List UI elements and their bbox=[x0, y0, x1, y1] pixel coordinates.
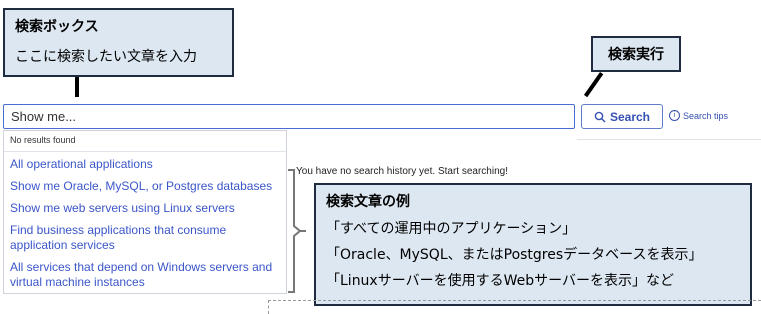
search-icon bbox=[594, 111, 606, 122]
callout-examples: 検索文章の例 「すべての運用中のアプリケーション」 「Oracle、MySQL、… bbox=[314, 183, 752, 306]
suggestion-item[interactable]: Show me web servers using Linux servers bbox=[4, 201, 286, 216]
callout-search-box: 検索ボックス ここに検索したい文章を入力 bbox=[3, 8, 234, 77]
results-area bbox=[268, 300, 761, 314]
search-input[interactable] bbox=[4, 105, 574, 128]
example-line: 「Oracle、MySQL、またはPostgresデータベースを表示」 bbox=[326, 247, 703, 263]
callout-search-box-body: ここに検索したい文章を入力 bbox=[15, 49, 197, 65]
search-history-message: You have no search history yet. Start se… bbox=[296, 166, 508, 177]
callout-execute-title: 検索実行 bbox=[608, 47, 664, 63]
example-line: 「Linuxサーバーを使用するWebサーバーを表示」など bbox=[326, 273, 674, 289]
no-results-label: No results found bbox=[4, 131, 286, 152]
callout-examples-title: 検索文章の例 bbox=[326, 194, 410, 210]
example-line: 「すべての運用中のアプリケーション」 bbox=[326, 221, 577, 237]
callout-connector bbox=[75, 77, 79, 97]
callout-connector bbox=[583, 72, 604, 98]
search-button-label: Search bbox=[609, 109, 651, 124]
callout-search-box-title: 検索ボックス bbox=[15, 19, 99, 35]
search-tips-label: Search tips bbox=[683, 110, 729, 121]
callout-execute: 検索実行 bbox=[591, 36, 681, 72]
search-button[interactable]: Search bbox=[581, 104, 663, 129]
suggestion-item[interactable]: All operational applications bbox=[4, 157, 286, 172]
search-input-container bbox=[3, 104, 575, 129]
divider bbox=[577, 139, 761, 140]
suggestion-item[interactable]: Show me Oracle, MySQL, or Postgres datab… bbox=[4, 179, 286, 194]
bracket-annotation bbox=[288, 169, 306, 293]
info-icon: i bbox=[669, 110, 680, 121]
suggestion-item[interactable]: All services that depend on Windows serv… bbox=[4, 260, 286, 290]
suggestion-item[interactable]: Find business applications that consume … bbox=[4, 223, 286, 253]
suggestion-dropdown: No results found All operational applica… bbox=[3, 130, 287, 294]
search-tips-link[interactable]: i Search tips bbox=[669, 110, 728, 121]
